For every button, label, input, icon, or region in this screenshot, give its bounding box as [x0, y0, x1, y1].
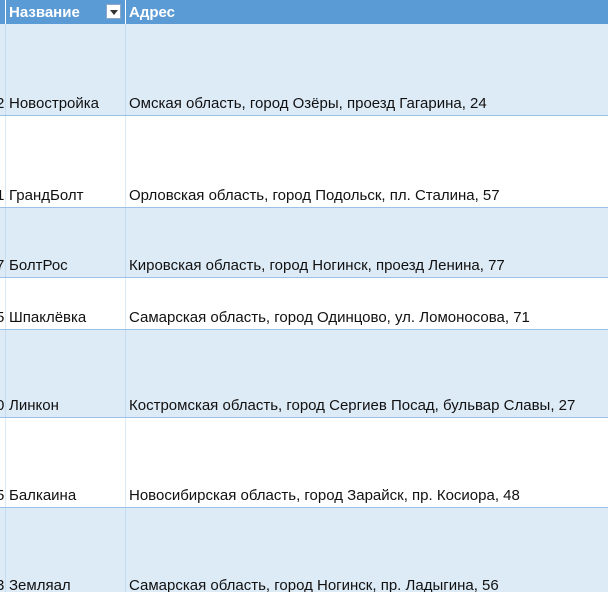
header-address-label: Адрес [129, 4, 176, 21]
id-cell[interactable]: 5 [0, 309, 6, 326]
filter-dropdown-icon[interactable] [106, 4, 121, 19]
table-row[interactable]: 3 Земляал Самарская область, город Ногин… [0, 508, 608, 592]
spreadsheet-table: Название Адрес 2 Новостройка Омская обла… [0, 0, 608, 592]
id-cell[interactable]: 3 [0, 577, 6, 592]
id-cell[interactable]: 1 [0, 187, 6, 204]
name-cell[interactable]: Земляал [9, 577, 124, 592]
address-cell[interactable]: Омская область, город Озёры, проезд Гага… [129, 95, 608, 112]
address-cell[interactable]: Самарская область, город Ногинск, пр. Ла… [129, 577, 608, 592]
address-cell[interactable]: Кировская область, город Ногинск, проезд… [129, 257, 608, 274]
table-row[interactable]: 0 Линкон Костромская область, город Серг… [0, 330, 608, 418]
id-cell[interactable]: 0 [0, 397, 6, 414]
table-row[interactable]: 7 БолтРос Кировская область, город Ногин… [0, 208, 608, 278]
table-row[interactable]: 1 ГрандБолт Орловская область, город Под… [0, 116, 608, 208]
address-cell[interactable]: Орловская область, город Подольск, пл. С… [129, 187, 608, 204]
address-cell[interactable]: Самарская область, город Одинцово, ул. Л… [129, 309, 608, 326]
name-cell[interactable]: ГрандБолт [9, 187, 124, 204]
name-cell[interactable]: Линкон [9, 397, 124, 414]
name-cell[interactable]: Шпаклёвка [9, 309, 124, 326]
id-cell[interactable]: 2 [0, 95, 6, 112]
header-name-label: Название [9, 4, 80, 21]
id-cell[interactable]: 7 [0, 257, 6, 274]
name-cell[interactable]: БолтРос [9, 257, 124, 274]
table-row[interactable]: 2 Новостройка Омская область, город Озёр… [0, 24, 608, 116]
id-cell[interactable]: 5 [0, 487, 6, 504]
name-cell[interactable]: Балкаина [9, 487, 124, 504]
header-cell-name[interactable]: Название [6, 0, 126, 24]
address-cell[interactable]: Новосибирская область, город Зарайск, пр… [129, 487, 608, 504]
header-cell-address[interactable]: Адрес [126, 0, 608, 24]
table-header-row: Название Адрес [0, 0, 608, 24]
name-cell[interactable]: Новостройка [9, 95, 124, 112]
address-cell[interactable]: Костромская область, город Сергиев Посад… [129, 397, 608, 414]
table-row[interactable]: 5 Шпаклёвка Самарская область, город Оди… [0, 278, 608, 330]
table-row[interactable]: 5 Балкаина Новосибирская область, город … [0, 418, 608, 508]
